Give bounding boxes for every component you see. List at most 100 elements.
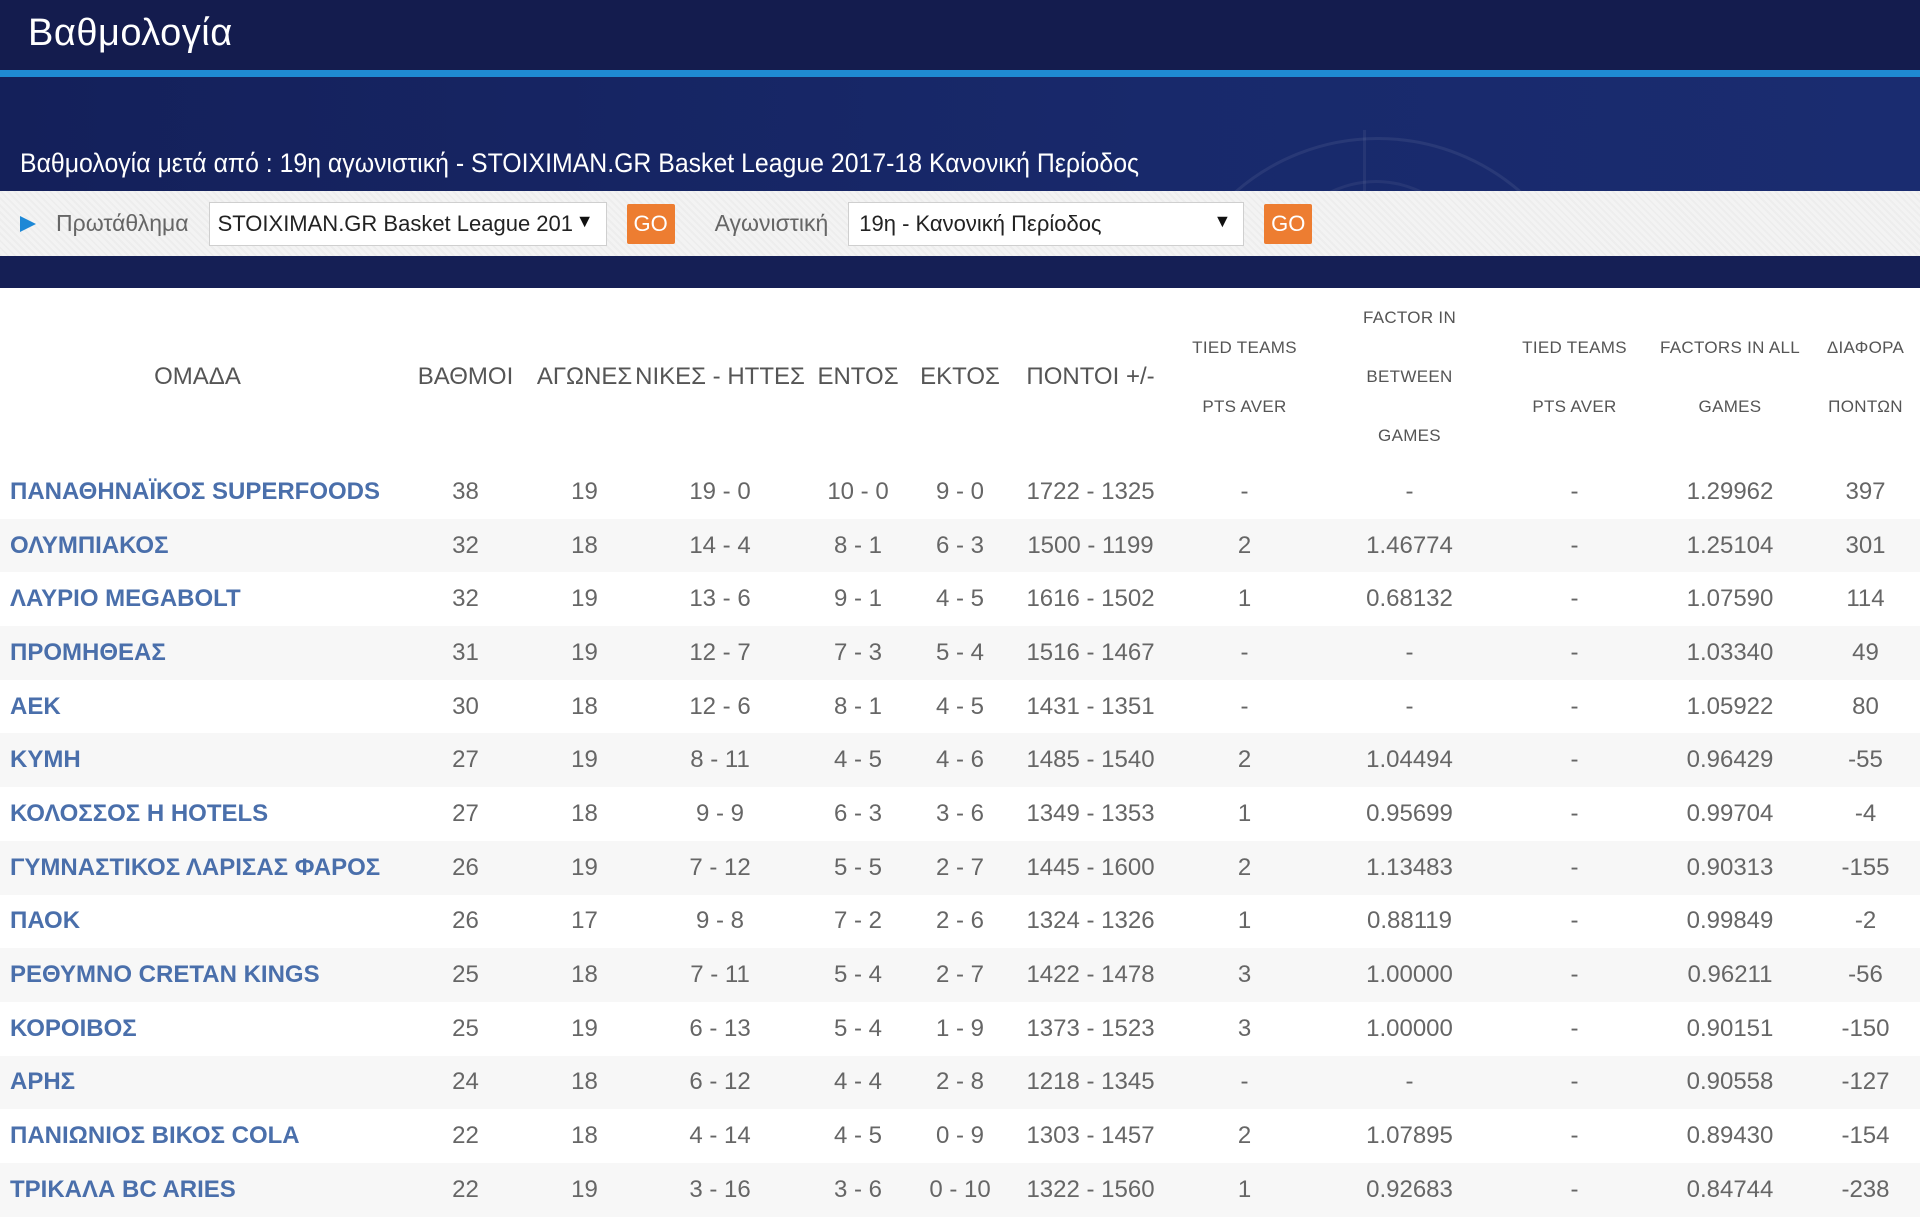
col-header-games[interactable]: ΑΓΩΝΕΣ bbox=[536, 288, 633, 465]
col-header-tied-pts-aver[interactable]: TIED TEAMS PTS AVER bbox=[1170, 288, 1319, 465]
table-row: ΟΛΥΜΠΙΑΚΟΣ 32 18 14 - 4 8 - 1 6 - 3 1500 - 119… bbox=[0, 518, 1920, 573]
team-name[interactable]: ΑΕΚ bbox=[0, 680, 395, 734]
wins-losses-cell: 14 - 4 bbox=[689, 531, 751, 559]
wins-losses-cell: 7 - 12 bbox=[689, 853, 751, 881]
team-name[interactable]: ΓΥΜΝΑΣΤΙΚΟΣ ΛΑΡΙΣΑΣ ΦΑΡΟΣ bbox=[0, 841, 395, 895]
factor-all-cell: 1.07590 bbox=[1686, 585, 1774, 613]
col-header-away[interactable]: ΕΚΤΟΣ bbox=[909, 288, 1011, 465]
away-record-cell: 2 - 6 bbox=[935, 907, 985, 935]
team-name[interactable]: ΛΑΥΡΙΟ MEGABOLT bbox=[0, 572, 395, 626]
point-diff-cell: 114 bbox=[1846, 585, 1885, 613]
wins-losses-cell: 6 - 12 bbox=[689, 1068, 751, 1096]
point-diff-cell: -4 bbox=[1854, 799, 1877, 827]
home-record-cell: 5 - 4 bbox=[833, 961, 883, 989]
championship-go-button[interactable]: GO bbox=[626, 203, 675, 244]
score-cell: 1722 - 1325 bbox=[1026, 477, 1155, 505]
table-row: ΤΡΙΚΑΛΑ BC ARIES 22 19 3 - 16 3 - 6 0 - 10 132… bbox=[0, 1162, 1920, 1217]
wins-losses-cell: 7 - 11 bbox=[690, 961, 750, 989]
championship-select[interactable]: STOIXIMAN.GR Basket League 201 ▼ bbox=[208, 201, 607, 246]
round-go-button[interactable]: GO bbox=[1264, 203, 1313, 244]
tied-pts-aver-cell: 1 bbox=[1237, 799, 1252, 827]
table-row: ΑΡΗΣ 24 18 6 - 12 4 - 4 2 - 8 1218 - 1345 - - - 0.… bbox=[0, 1055, 1920, 1110]
team-name[interactable]: ΚΟΛΟΣΣΟΣ H HOTELS bbox=[0, 787, 395, 841]
home-record-cell: 4 - 5 bbox=[833, 1122, 883, 1150]
table-row: ΠΑΟΚ 26 17 9 - 8 7 - 2 2 - 6 1324 - 1326 1 0.881… bbox=[0, 895, 1920, 949]
factor-all-cell: 1.03340 bbox=[1686, 638, 1774, 666]
divider-bar bbox=[0, 256, 1920, 288]
games-cell: 19 bbox=[571, 1014, 598, 1042]
tied-pts-aver-cell: 1 bbox=[1237, 907, 1252, 935]
wins-losses-cell: 9 - 9 bbox=[695, 799, 745, 827]
away-record-cell: 4 - 5 bbox=[935, 692, 985, 720]
factor-all-cell: 0.90558 bbox=[1686, 1068, 1774, 1096]
score-cell: 1303 - 1457 bbox=[1026, 1122, 1155, 1150]
points-cell: 27 bbox=[452, 799, 479, 827]
point-diff-cell: 49 bbox=[1852, 638, 1879, 666]
table-row: ΛΑΥΡΙΟ MEGABOLT 32 19 13 - 6 9 - 1 4 - 5 1616 … bbox=[0, 572, 1920, 626]
games-cell: 19 bbox=[571, 477, 598, 505]
team-name[interactable]: ΠΑΟΚ bbox=[0, 895, 395, 949]
col-header-factor-all[interactable]: FACTORS IN ALL GAMES bbox=[1649, 288, 1811, 465]
team-name[interactable]: ΑΡΗΣ bbox=[0, 1056, 395, 1110]
col-header-points[interactable]: ΒΑΘΜΟΙ bbox=[395, 288, 536, 465]
tied-pts-aver-2-cell: - bbox=[1570, 907, 1579, 935]
points-cell: 22 bbox=[452, 1175, 479, 1203]
tied-pts-aver-2-cell: - bbox=[1570, 477, 1579, 505]
team-name[interactable]: ΚΥΜΗ bbox=[0, 733, 395, 787]
away-record-cell: 0 - 9 bbox=[935, 1122, 985, 1150]
round-label: Αγωνιστική bbox=[714, 210, 829, 236]
wins-losses-cell: 9 - 8 bbox=[695, 907, 745, 935]
factor-between-cell: - bbox=[1405, 1068, 1414, 1096]
games-cell: 18 bbox=[571, 799, 598, 827]
tied-pts-aver-2-cell: - bbox=[1570, 799, 1579, 827]
away-record-cell: 0 - 10 bbox=[929, 1175, 991, 1203]
games-cell: 19 bbox=[571, 1175, 598, 1203]
standings-table: ΟΜΑΔΑ ΒΑΘΜΟΙ ΑΓΩΝΕΣ ΝΙΚΕΣ - ΗΤΤΕΣ ΕΝΤΟΣ … bbox=[0, 288, 1920, 1217]
col-header-home[interactable]: ΕΝΤΟΣ bbox=[807, 288, 909, 465]
tied-pts-aver-2-cell: - bbox=[1570, 961, 1579, 989]
point-diff-cell: -2 bbox=[1854, 907, 1877, 935]
point-diff-cell: -56 bbox=[1848, 961, 1883, 989]
round-select[interactable]: 19η - Κανονική Περίοδος ▼ bbox=[848, 201, 1245, 246]
tied-pts-aver-cell: - bbox=[1240, 692, 1249, 720]
point-diff-cell: -154 bbox=[1841, 1122, 1890, 1150]
score-cell: 1324 - 1326 bbox=[1026, 907, 1155, 935]
col-header-score[interactable]: ΠΟΝΤΟΙ +/- bbox=[1011, 288, 1170, 465]
team-name[interactable]: ΚΟΡΟΙΒΟΣ bbox=[0, 1002, 395, 1056]
factor-between-cell: 0.95699 bbox=[1366, 799, 1453, 827]
tied-pts-aver-cell: 3 bbox=[1237, 961, 1252, 989]
team-name[interactable]: ΠΑΝΑΘΗΝΑΪΚΟΣ SUPERFOODS bbox=[0, 465, 395, 519]
col-header-tied-pts-aver-2[interactable]: TIED TEAMS PTS AVER bbox=[1500, 288, 1649, 465]
col-header-team[interactable]: ΟΜΑΔΑ bbox=[0, 288, 395, 465]
col-header-wins-losses[interactable]: ΝΙΚΕΣ - ΗΤΤΕΣ bbox=[633, 288, 807, 465]
factor-all-cell: 0.90313 bbox=[1686, 853, 1774, 881]
tied-pts-aver-cell: 2 bbox=[1237, 746, 1252, 774]
team-name[interactable]: ΟΛΥΜΠΙΑΚΟΣ bbox=[0, 519, 395, 573]
factor-all-cell: 0.96211 bbox=[1687, 961, 1773, 989]
team-name[interactable]: ΡΕΘΥΜΝΟ CRETAN KINGS bbox=[0, 948, 395, 1002]
home-record-cell: 6 - 3 bbox=[833, 799, 883, 827]
away-record-cell: 4 - 6 bbox=[935, 746, 985, 774]
col-header-factor-between[interactable]: FACTOR IN BETWEEN GAMES bbox=[1319, 288, 1500, 465]
tied-pts-aver-2-cell: - bbox=[1570, 531, 1579, 559]
factor-between-cell: 1.46774 bbox=[1366, 531, 1453, 559]
tied-pts-aver-cell: - bbox=[1240, 1068, 1249, 1096]
tied-pts-aver-cell: 2 bbox=[1237, 853, 1252, 881]
factor-between-cell: 0.88119 bbox=[1367, 907, 1452, 935]
games-cell: 19 bbox=[571, 585, 598, 613]
play-arrow-icon bbox=[20, 215, 36, 232]
team-name[interactable]: ΤΡΙΚΑΛΑ BC ARIES bbox=[0, 1163, 395, 1217]
col-header-point-diff[interactable]: ΔΙΑΦΟΡΑ ΠΟΝΤΩΝ bbox=[1811, 288, 1920, 465]
factor-between-cell: 0.92683 bbox=[1366, 1175, 1453, 1203]
team-name[interactable]: ΠΑΝΙΩΝΙΟΣ ΒΙΚΟΣ COLA bbox=[0, 1109, 395, 1163]
away-record-cell: 2 - 7 bbox=[935, 961, 985, 989]
table-row: ΓΥΜΝΑΣΤΙΚΟΣ ΛΑΡΙΣΑΣ ΦΑΡΟΣ 26 19 7 - 12 5 - 5… bbox=[0, 840, 1920, 895]
home-record-cell: 8 - 1 bbox=[833, 531, 883, 559]
away-record-cell: 6 - 3 bbox=[935, 531, 985, 559]
factor-all-cell: 1.25104 bbox=[1686, 531, 1774, 559]
team-name[interactable]: ΠΡΟΜΗΘΕΑΣ bbox=[0, 626, 395, 680]
points-cell: 30 bbox=[452, 692, 479, 720]
header-line: GAMES bbox=[1378, 426, 1441, 445]
factor-between-cell: 0.68132 bbox=[1366, 585, 1453, 613]
factor-all-cell: 1.05922 bbox=[1686, 692, 1774, 720]
